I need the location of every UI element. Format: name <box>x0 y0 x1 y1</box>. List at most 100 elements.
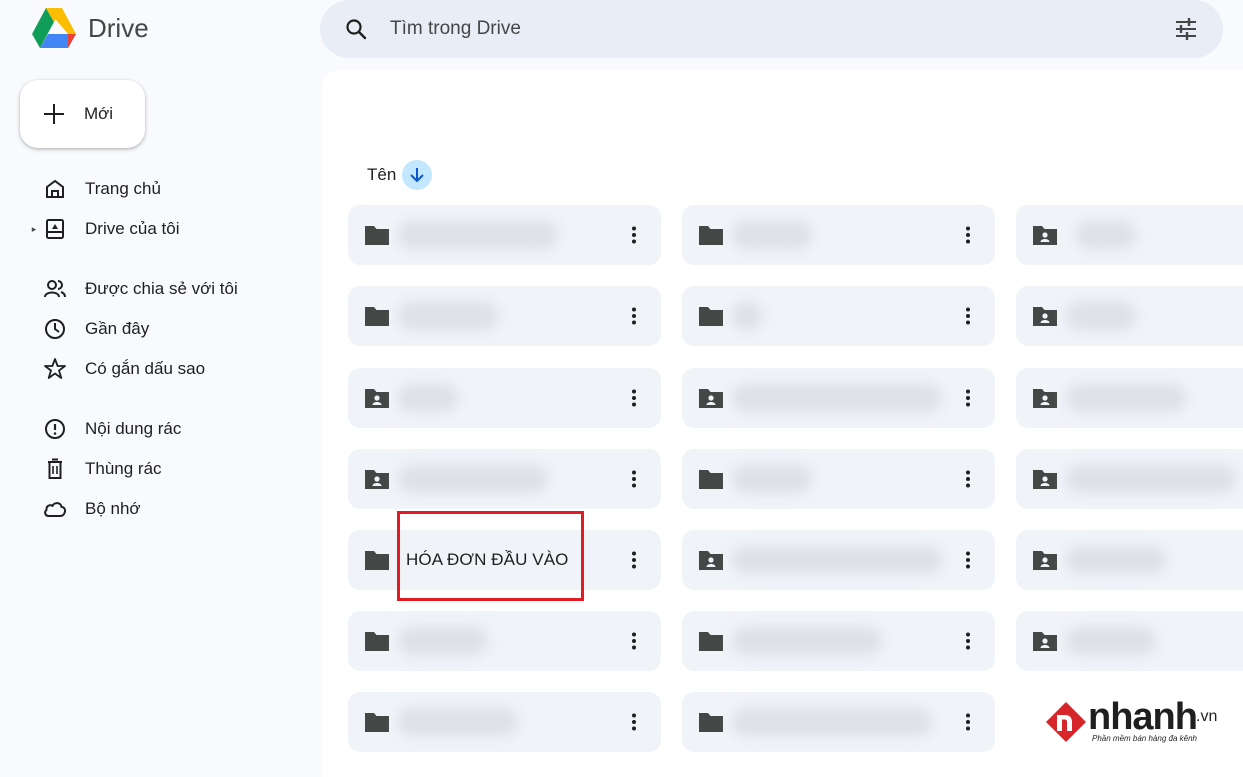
folder-card[interactable] <box>682 286 995 346</box>
nhanh-brand: nhanh <box>1088 696 1198 738</box>
sidebar-item-home[interactable]: Trang chủ <box>30 172 300 206</box>
redacted-name <box>1066 465 1236 493</box>
sort-direction-button[interactable] <box>402 160 433 190</box>
sidebar-item-trash[interactable]: Thùng rác <box>30 452 300 486</box>
shared-folder-icon <box>1033 307 1057 326</box>
sidebar-item-label: Được chia sẻ với tôi <box>85 279 238 298</box>
sidebar-item-starred[interactable]: Có gắn dấu sao <box>30 352 300 386</box>
cloud-icon <box>44 502 67 517</box>
shared-folder-card[interactable] <box>348 449 661 509</box>
nhanh-logo-icon <box>1046 702 1086 742</box>
sidebar-item-label: Trang chủ <box>85 179 161 198</box>
star-icon <box>44 358 66 379</box>
search-icon[interactable] <box>344 17 368 41</box>
sidebar-item-storage[interactable]: Bộ nhớ <box>30 492 300 526</box>
redacted-name <box>732 221 812 249</box>
shared-folder-icon <box>365 470 389 489</box>
shared-folder-card[interactable] <box>682 368 995 428</box>
redacted-name <box>1066 384 1186 412</box>
my-drive-icon <box>46 219 64 239</box>
folder-icon <box>365 551 389 570</box>
shared-folder-card[interactable] <box>1016 611 1243 671</box>
sidebar-item-label: Drive của tôi <box>85 219 180 238</box>
more-options-icon[interactable] <box>622 304 646 328</box>
sidebar-item-spam[interactable]: Nội dung rác <box>30 412 300 446</box>
arrow-down-icon <box>410 168 425 183</box>
shared-folder-icon <box>365 389 389 408</box>
more-options-icon[interactable] <box>956 548 980 572</box>
more-options-icon[interactable] <box>622 548 646 572</box>
folder-card[interactable] <box>682 692 995 752</box>
shared-folder-card[interactable] <box>682 530 995 590</box>
search-input[interactable] <box>390 12 1150 46</box>
sidebar-item-recent[interactable]: Gần đây <box>30 312 300 346</box>
shared-folder-icon <box>1033 551 1057 570</box>
sidebar-item-label: Có gắn dấu sao <box>85 359 206 378</box>
search-bar[interactable] <box>320 0 1223 58</box>
shared-folder-card[interactable] <box>348 368 661 428</box>
folder-card[interactable] <box>682 611 995 671</box>
folder-card[interactable] <box>348 692 661 752</box>
nhanh-tagline: Phần mềm bán hàng đa kênh <box>1092 734 1197 743</box>
folder-card[interactable] <box>682 449 995 509</box>
shared-folder-icon <box>699 551 723 570</box>
nhanh-watermark: nhanh .vn Phần mềm bán hàng đa kênh <box>1044 696 1239 748</box>
folder-card[interactable] <box>348 205 661 265</box>
more-options-icon[interactable] <box>622 710 646 734</box>
sidebar-item-my-drive[interactable]: ▸ Drive của tôi <box>30 212 300 246</box>
more-options-icon[interactable] <box>956 710 980 734</box>
shared-folder-card[interactable] <box>1016 368 1243 428</box>
search-options-icon[interactable] <box>1173 16 1199 42</box>
highlight-box <box>397 511 584 601</box>
shared-folder-icon <box>1033 226 1057 245</box>
shared-folder-icon <box>1033 632 1057 651</box>
shared-folder-card[interactable] <box>1016 530 1243 590</box>
sort-label: Tên <box>367 165 397 184</box>
new-button-label: Mới <box>84 104 114 123</box>
nhanh-tld: .vn <box>1196 708 1218 725</box>
folder-icon <box>365 632 389 651</box>
folder-card[interactable] <box>348 286 661 346</box>
sidebar-item-label: Gần đây <box>85 319 150 338</box>
redacted-name <box>732 384 942 412</box>
more-options-icon[interactable] <box>622 467 646 491</box>
redacted-name <box>1076 221 1136 249</box>
expand-caret-icon[interactable]: ▸ <box>30 224 38 235</box>
redacted-name <box>398 302 498 330</box>
more-options-icon[interactable] <box>956 386 980 410</box>
new-button[interactable]: Mới <box>20 80 145 148</box>
shared-folder-card[interactable] <box>1016 449 1243 509</box>
more-options-icon[interactable] <box>622 223 646 247</box>
redacted-name <box>398 627 488 655</box>
shared-folder-card[interactable] <box>1016 286 1243 346</box>
more-options-icon[interactable] <box>622 386 646 410</box>
plus-icon <box>44 104 64 124</box>
more-options-icon[interactable] <box>622 629 646 653</box>
more-options-icon[interactable] <box>956 223 980 247</box>
folder-icon <box>365 713 389 732</box>
more-options-icon[interactable] <box>956 629 980 653</box>
redacted-name <box>1066 627 1156 655</box>
redacted-name <box>1066 302 1136 330</box>
shared-people-icon <box>44 280 66 298</box>
drive-logo[interactable]: Drive <box>30 6 149 50</box>
shared-folder-icon <box>1033 470 1057 489</box>
sidebar-item-label: Nội dung rác <box>85 419 182 438</box>
more-options-icon[interactable] <box>956 467 980 491</box>
shared-folder-card[interactable] <box>1016 205 1243 265</box>
folder-icon <box>699 226 723 245</box>
folder-card[interactable] <box>682 205 995 265</box>
redacted-name <box>732 546 942 574</box>
more-options-icon[interactable] <box>956 304 980 328</box>
sort-control[interactable]: Tên <box>367 160 433 190</box>
shared-folder-icon <box>1033 389 1057 408</box>
shared-folder-icon <box>699 389 723 408</box>
redacted-name <box>732 465 812 493</box>
folder-icon <box>365 307 389 326</box>
redacted-name <box>1066 546 1166 574</box>
sidebar-item-shared[interactable]: Được chia sẻ với tôi <box>30 272 300 306</box>
sidebar-item-label: Bộ nhớ <box>85 499 141 518</box>
folder-icon <box>699 632 723 651</box>
folder-card[interactable] <box>348 611 661 671</box>
app-name: Drive <box>88 12 149 43</box>
